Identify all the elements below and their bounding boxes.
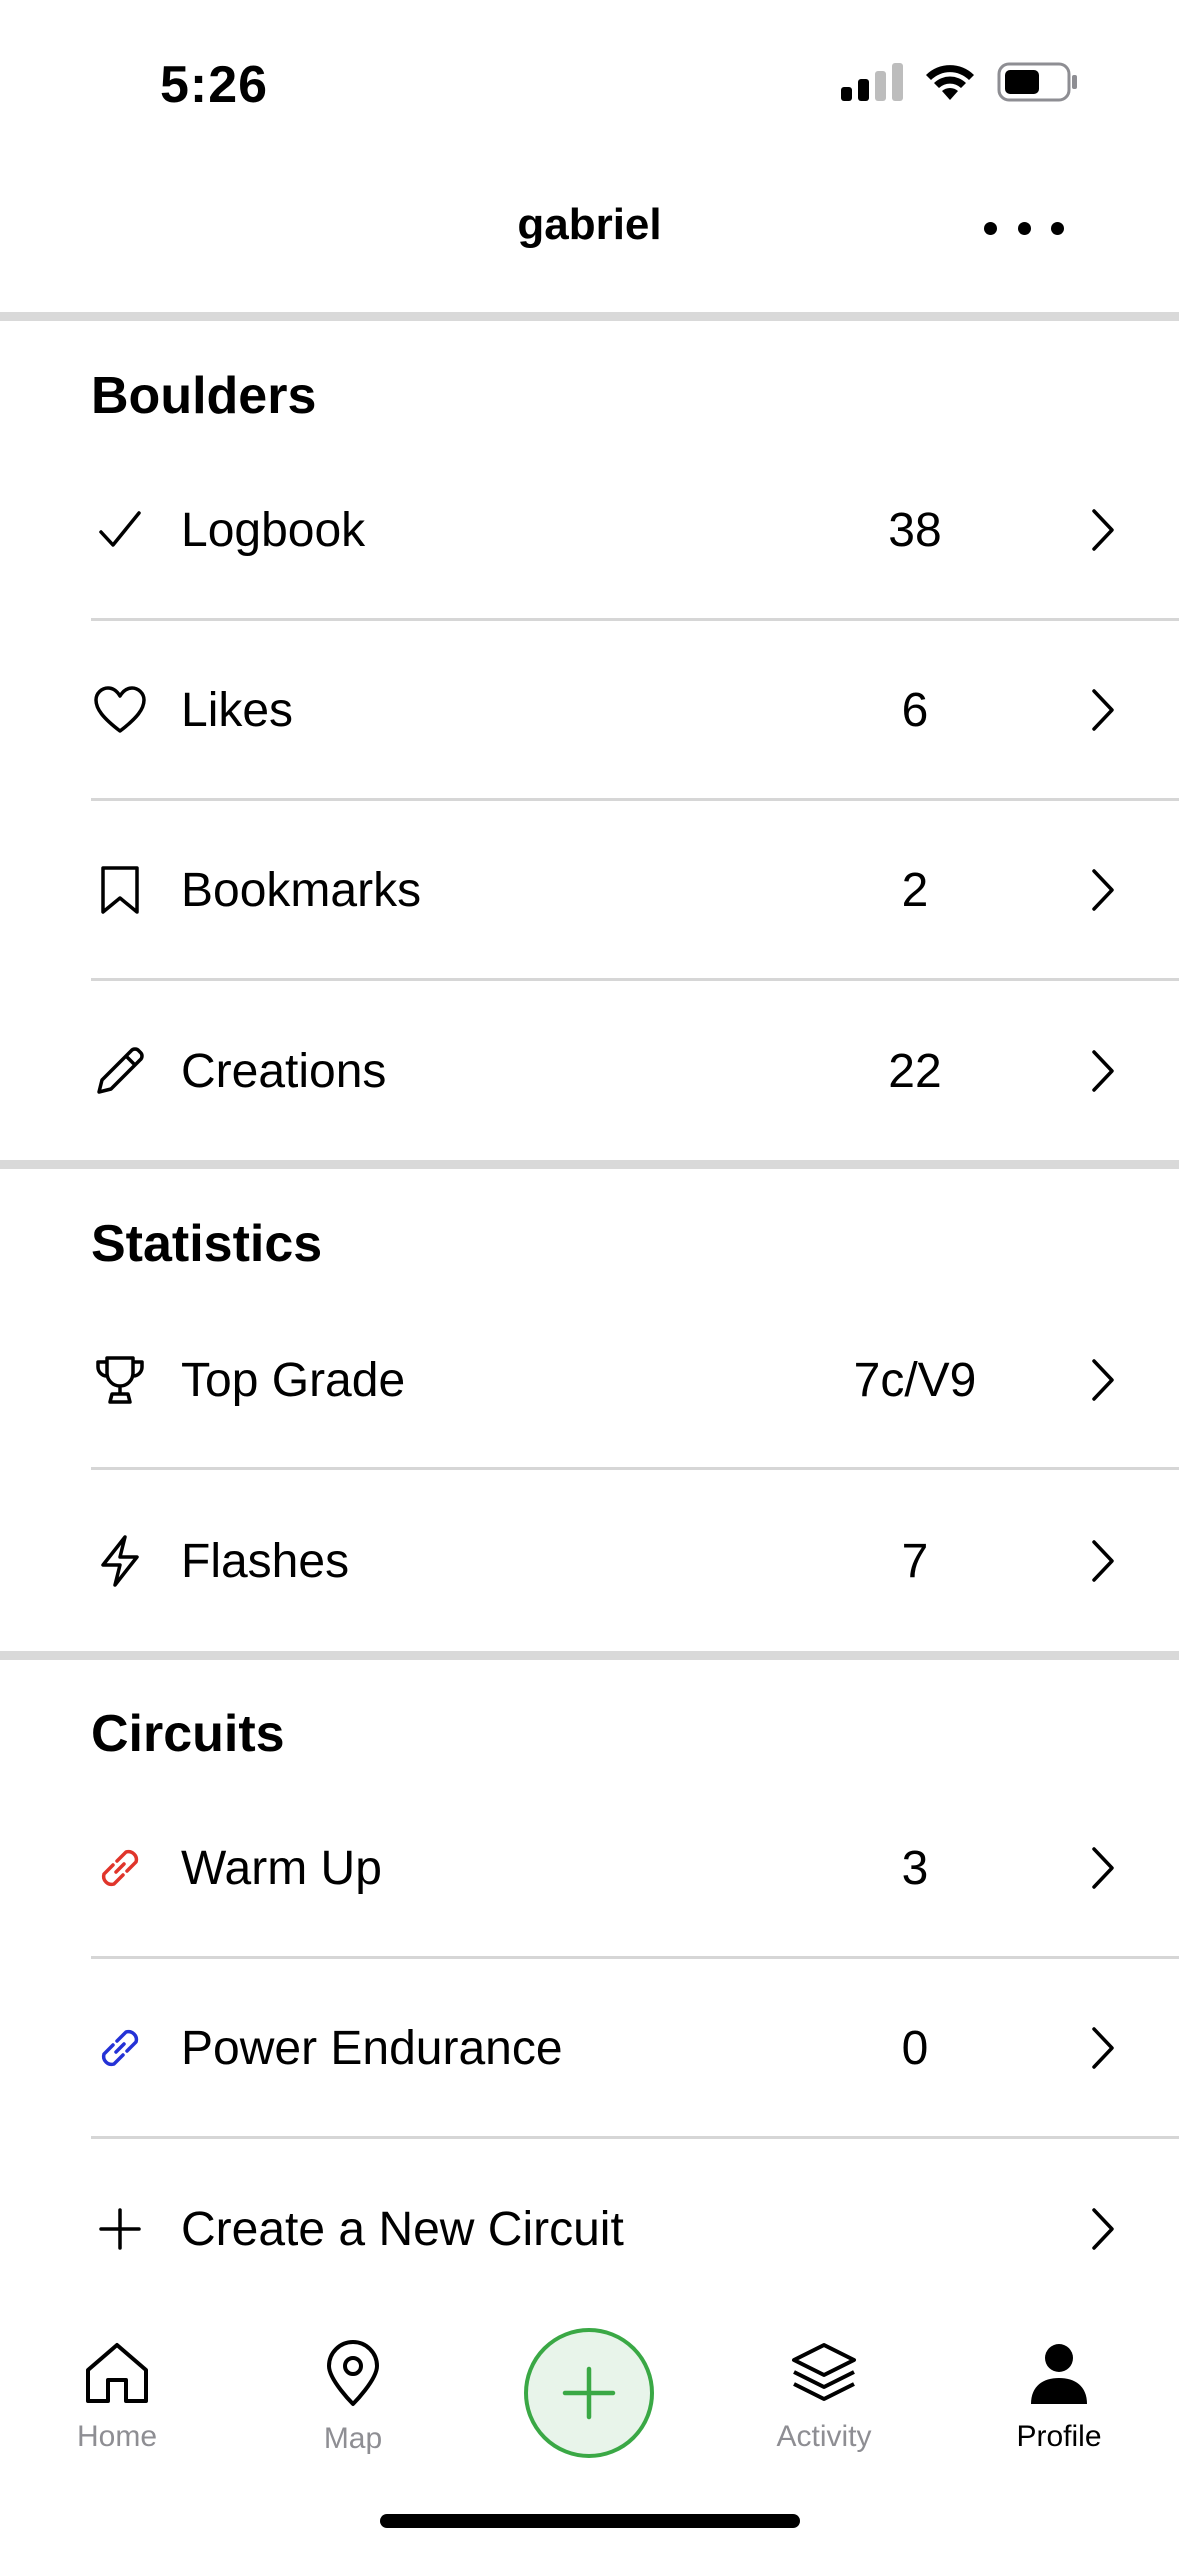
tab-activity[interactable]: Activity (744, 2340, 904, 2454)
trophy-icon (91, 1351, 149, 1409)
list-item-label: Bookmarks (181, 863, 422, 917)
tab-label: Profile (1016, 2420, 1102, 2453)
chevron-right-icon (1086, 2204, 1120, 2254)
create-circuit-button[interactable]: Create a New Circuit (0, 2144, 1179, 2314)
section-divider (0, 1160, 1179, 1169)
status-time: 5:26 (160, 56, 269, 114)
list-item-power-endurance[interactable]: Power Endurance 0 (0, 1963, 1179, 2133)
dot-icon (1051, 221, 1064, 235)
map-pin-icon (327, 2340, 379, 2406)
chevron-right-icon (1086, 2023, 1120, 2073)
list-item-label: Logbook (181, 503, 366, 557)
list-item-label: Creations (181, 1044, 387, 1098)
chevron-right-icon (1086, 685, 1120, 735)
list-item-bookmarks[interactable]: Bookmarks 2 (0, 805, 1179, 975)
section-title-boulders: Boulders (91, 367, 317, 425)
list-item-count: 6 (901, 683, 929, 737)
list-item-label: Flashes (181, 1534, 350, 1588)
row-separator (91, 1467, 1179, 1470)
cellular-signal-icon (841, 63, 903, 101)
list-item-flashes[interactable]: Flashes 7 (0, 1476, 1179, 1646)
list-item-value: 7 (901, 1534, 929, 1588)
list-item-warm-up[interactable]: Warm Up 3 (0, 1783, 1179, 1953)
chevron-right-icon (1086, 1046, 1120, 1096)
tab-profile[interactable]: Profile (979, 2340, 1139, 2454)
list-item-label: Create a New Circuit (181, 2202, 624, 2256)
battery-icon (997, 62, 1077, 102)
row-separator (91, 618, 1179, 621)
dot-icon (984, 221, 997, 235)
list-item-label: Power Endurance (181, 2021, 563, 2075)
lightning-icon (91, 1532, 149, 1590)
plus-icon (91, 2200, 149, 2258)
row-separator (91, 1956, 1179, 1959)
tab-map[interactable]: Map (273, 2340, 433, 2456)
section-divider (0, 1651, 1179, 1660)
row-separator (91, 978, 1179, 981)
tab-label: Home (76, 2420, 158, 2453)
list-item-likes[interactable]: Likes 6 (0, 625, 1179, 795)
chevron-right-icon (1086, 1355, 1120, 1405)
section-title-circuits: Circuits (91, 1705, 285, 1763)
list-item-label: Likes (181, 683, 294, 737)
tab-label: Map (323, 2422, 383, 2455)
link-icon (91, 2019, 149, 2077)
home-icon (86, 2343, 148, 2403)
status-icons (841, 62, 1079, 102)
pencil-icon (91, 1042, 149, 1100)
profile-header: gabriel (0, 170, 1179, 312)
list-item-count: 3 (901, 1841, 929, 1895)
list-item-top-grade[interactable]: Top Grade 7c/V9 (0, 1295, 1179, 1465)
list-item-count: 22 (888, 1044, 942, 1098)
list-item-count: 0 (901, 2021, 929, 2075)
tab-label: Activity (776, 2420, 872, 2453)
chevron-right-icon (1086, 505, 1120, 555)
chevron-right-icon (1086, 1843, 1120, 1893)
more-options-button[interactable] (984, 208, 1064, 248)
status-bar: 5:26 (0, 0, 1179, 170)
plus-icon (562, 2366, 616, 2420)
tab-home[interactable]: Home (37, 2340, 197, 2454)
list-item-logbook[interactable]: Logbook 38 (0, 445, 1179, 615)
wifi-icon (926, 65, 974, 100)
list-item-label: Top Grade (181, 1353, 406, 1407)
dot-icon (1017, 221, 1031, 235)
layers-icon (792, 2343, 856, 2401)
section-divider (0, 312, 1179, 321)
list-item-count: 2 (901, 863, 929, 917)
chevron-right-icon (1086, 1536, 1120, 1586)
row-separator (91, 798, 1179, 801)
chevron-right-icon (1086, 865, 1120, 915)
row-separator (91, 2136, 1179, 2139)
home-indicator (380, 2514, 800, 2528)
section-title-statistics: Statistics (91, 1215, 323, 1273)
person-icon (1031, 2344, 1087, 2404)
list-item-count: 38 (888, 503, 942, 557)
check-icon (91, 501, 149, 559)
add-button[interactable] (524, 2328, 654, 2458)
bookmark-icon (91, 861, 149, 919)
link-icon (91, 1839, 149, 1897)
list-item-creations[interactable]: Creations 22 (0, 986, 1179, 1156)
heart-icon (91, 681, 149, 739)
list-item-label: Warm Up (181, 1841, 382, 1895)
list-item-value: 7c/V9 (853, 1353, 977, 1407)
